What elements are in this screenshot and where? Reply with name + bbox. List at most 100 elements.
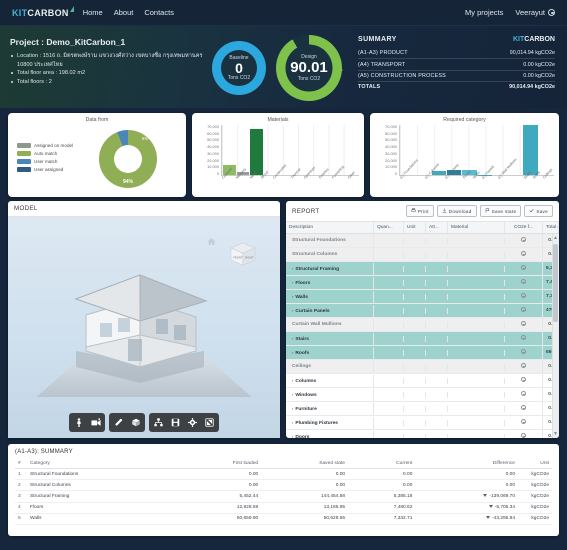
table-row[interactable]: Structural Columns0.0 xyxy=(286,248,559,262)
minus-circle-icon[interactable] xyxy=(521,433,526,438)
hierarchy-icon[interactable] xyxy=(150,415,167,430)
table-row[interactable]: ›Curtain Panels470.6 xyxy=(286,304,559,318)
main-row: MODEL FRONT RIGHT xyxy=(0,201,567,438)
col-co2e[interactable]: CO2e f... xyxy=(505,222,543,233)
report-scrollbar[interactable]: ▲ ▼ xyxy=(552,234,559,438)
minus-circle-icon[interactable] xyxy=(521,377,526,382)
report-row-unit xyxy=(404,252,426,258)
toolbar-group-navigate xyxy=(69,413,105,432)
save-icon[interactable] xyxy=(167,415,184,430)
chevron-right-icon[interactable]: › xyxy=(292,350,293,355)
minus-circle-icon[interactable] xyxy=(521,405,526,410)
report-row-description: ›Windows xyxy=(286,389,374,401)
bottom-row-difference: -5,705.34 xyxy=(415,502,518,513)
chevron-right-icon[interactable]: › xyxy=(292,308,293,313)
minus-circle-icon[interactable] xyxy=(521,265,526,270)
table-row[interactable]: ›Columns0.0 xyxy=(286,374,559,388)
minus-circle-icon[interactable] xyxy=(521,251,526,256)
minus-circle-icon[interactable] xyxy=(521,349,526,354)
chart-data-from-title: Data from xyxy=(13,117,181,123)
camera-icon[interactable] xyxy=(87,415,104,430)
bcol-index: # xyxy=(15,458,27,469)
minus-circle-icon[interactable] xyxy=(521,335,526,340)
chevron-right-icon[interactable]: › xyxy=(292,420,293,425)
chevron-right-icon[interactable]: › xyxy=(292,392,293,397)
col-quantity[interactable]: Quan... xyxy=(374,222,404,233)
col-unit[interactable]: Unit xyxy=(404,222,426,233)
chevron-right-icon[interactable]: › xyxy=(292,406,293,411)
nav-link-home[interactable]: Home xyxy=(83,8,103,17)
col-description[interactable]: Description xyxy=(286,222,374,233)
report-row-material xyxy=(448,252,505,258)
chevron-right-icon[interactable]: › xyxy=(292,294,293,299)
bottom-row-first-loaded: 5,452.44 xyxy=(175,491,261,502)
col-a0[interactable]: A0... xyxy=(426,222,448,233)
mat-ytick-1: 60,000 xyxy=(207,132,219,136)
report-row-a0 xyxy=(426,280,448,286)
table-row[interactable]: ›Stairs0.0 xyxy=(286,332,559,346)
mat-ytick-5: 20,000 xyxy=(207,159,219,163)
legend-item-auto-match: Auto match xyxy=(17,151,97,156)
table-row: 5Walls50,659.9050,629.557,332.71-43,295.… xyxy=(15,513,552,524)
table-row[interactable]: ›Plumbing Fixtures0.0 xyxy=(286,416,559,430)
nav-link-about[interactable]: About xyxy=(114,8,134,17)
minus-circle-icon[interactable] xyxy=(521,363,526,368)
minus-circle-icon[interactable] xyxy=(521,391,526,396)
table-row[interactable]: Curtain Wall Mullions0.0 xyxy=(286,318,559,332)
ruler-icon[interactable] xyxy=(110,415,127,430)
charts-row: Data from Assigned on model Auto match U… xyxy=(0,108,567,201)
print-button[interactable]: Print xyxy=(406,205,434,217)
report-scroll-thumb[interactable] xyxy=(553,244,558,322)
person-icon[interactable] xyxy=(70,415,87,430)
user-name: Veerayut xyxy=(515,8,545,17)
view-cube[interactable]: FRONT RIGHT xyxy=(228,239,258,274)
minus-circle-icon[interactable] xyxy=(521,419,526,424)
navbar: KITCARBON Home About Contacts My project… xyxy=(0,0,567,26)
bottom-row-saved-state: 13,185.95 xyxy=(261,502,348,513)
nav-link-contacts[interactable]: Contacts xyxy=(144,8,174,17)
chevron-right-icon[interactable]: › xyxy=(292,378,293,383)
chart-data-from: Data from Assigned on model Auto match U… xyxy=(8,113,186,197)
report-row-quantity xyxy=(374,266,404,272)
chevron-right-icon[interactable]: › xyxy=(292,434,293,439)
scroll-up-arrow-icon[interactable]: ▲ xyxy=(553,235,558,241)
gear-icon[interactable] xyxy=(184,415,201,430)
table-row[interactable]: ›Doors0.0 xyxy=(286,430,559,438)
save-state-button[interactable]: Save state xyxy=(480,205,522,217)
table-row[interactable]: Structural Foundations0.0 xyxy=(286,234,559,248)
table-row[interactable]: ›Structural Framing5,385.1 xyxy=(286,262,559,276)
chevron-right-icon[interactable]: › xyxy=(292,336,293,341)
hero-section: Project : Demo_KitCarbon_1 Location : 15… xyxy=(0,26,567,108)
home-icon[interactable] xyxy=(207,233,216,251)
table-row[interactable]: ›Floors7,480.6 xyxy=(286,276,559,290)
fullscreen-icon[interactable] xyxy=(201,415,218,430)
minus-circle-icon[interactable] xyxy=(521,321,526,326)
model-viewport[interactable]: FRONT RIGHT xyxy=(8,217,280,438)
minus-circle-icon[interactable] xyxy=(521,293,526,298)
chevron-right-icon[interactable]: › xyxy=(292,280,293,285)
table-row[interactable]: ›Roofs69,346.4 xyxy=(286,346,559,360)
app-logo[interactable]: KITCARBON xyxy=(12,8,69,18)
report-row-material xyxy=(448,322,505,328)
table-row[interactable]: ›Windows0.0 xyxy=(286,388,559,402)
table-row[interactable]: Ceilings0.0 xyxy=(286,360,559,374)
download-button[interactable]: Download xyxy=(437,205,477,217)
legend-label-0: Assigned on model xyxy=(34,143,73,148)
report-row-material xyxy=(448,266,505,272)
cube-icon[interactable] xyxy=(127,415,144,430)
chevron-right-icon[interactable]: › xyxy=(292,266,293,271)
report-row-description: ›Plumbing Fixtures xyxy=(286,417,374,429)
minus-circle-icon[interactable] xyxy=(521,279,526,284)
minus-circle-icon[interactable] xyxy=(521,237,526,242)
col-total[interactable]: Total (kgC... xyxy=(543,222,559,233)
table-row[interactable]: ›Furniture0.0 xyxy=(286,402,559,416)
my-projects-link[interactable]: My projects xyxy=(465,8,503,17)
table-row[interactable]: ›Walls7,332.1 xyxy=(286,290,559,304)
minus-circle-icon[interactable] xyxy=(521,307,526,312)
scroll-down-arrow-icon[interactable]: ▼ xyxy=(553,431,558,437)
col-material[interactable]: Material xyxy=(448,222,505,233)
report-row-co2e xyxy=(505,346,543,359)
bottom-row-difference: -43,295.84 xyxy=(415,513,518,524)
user-menu[interactable]: Veerayut xyxy=(515,8,555,17)
save-button[interactable]: Save xyxy=(524,205,553,217)
